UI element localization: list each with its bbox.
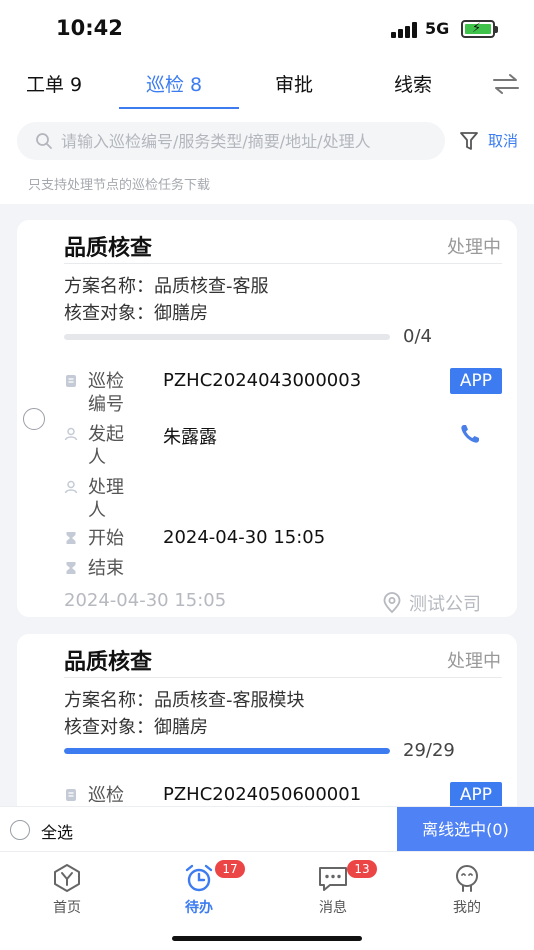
select-all-radio[interactable] (10, 820, 30, 840)
person-icon (64, 427, 78, 441)
network-label: 5G (425, 19, 450, 38)
download-notice: 只支持处理节点的巡检任务下载 (0, 170, 534, 204)
start-value: 2024-04-30 15:05 (163, 527, 326, 548)
filter-icon[interactable] (459, 130, 479, 152)
app-badge: APP (450, 782, 502, 808)
home-indicator (172, 936, 362, 941)
document-icon (66, 789, 76, 801)
start-label: 开始 (88, 528, 124, 549)
tabbar-home[interactable]: 首页 (17, 862, 117, 917)
bottom-tabbar: 首页 17 待办 13 消息 我的 (0, 851, 534, 950)
tab-inspection[interactable]: 巡检 8 (146, 70, 202, 97)
card-footer-date: 2024-04-30 15:05 (64, 590, 227, 611)
tabbar-todo[interactable]: 17 待办 (149, 860, 249, 917)
hourglass-icon (66, 532, 76, 544)
initiator-value: 朱露露 (163, 427, 217, 448)
tabbar-messages[interactable]: 13 消息 (283, 860, 383, 917)
messages-badge: 13 (347, 860, 377, 878)
inspection-no-value: PZHC2024043000003 (163, 370, 362, 391)
inspection-no-value: PZHC2024050600001 (163, 784, 362, 805)
progress-fill (64, 748, 390, 754)
phone-icon[interactable] (458, 422, 482, 446)
app-badge: APP (450, 368, 502, 394)
card-divider (64, 263, 502, 264)
scheme-name: 方案名称：品质核查-客服 (64, 276, 269, 297)
card-title: 品质核查 (64, 650, 153, 675)
top-tabs: 工单 9 巡检 8 审批 线索 (0, 58, 534, 112)
inspection-no-label: 巡检编号 (88, 371, 124, 415)
tabbar-label: 待办 (185, 900, 213, 916)
home-y-icon (54, 864, 80, 892)
battery-icon: ⚡ (461, 20, 498, 38)
search-box (17, 122, 445, 160)
card-divider (64, 677, 502, 678)
tab-clues[interactable]: 线索 (394, 70, 432, 97)
inspection-card[interactable]: 品质核查 处理中 方案名称：品质核查-客服模块 核查对象：御膳房 29/29 巡… (17, 634, 517, 834)
inspection-no-label: 巡检 (88, 785, 124, 806)
tabbar-label: 首页 (53, 900, 81, 916)
profile-icon (456, 865, 478, 892)
card-status: 处理中 (447, 237, 501, 258)
person-icon (64, 480, 78, 494)
initiator-label: 发起人 (88, 424, 124, 468)
check-target: 核查对象：御膳房 (64, 717, 208, 738)
tab-work-order[interactable]: 工单 9 (26, 70, 82, 97)
notice-text: 只支持处理节点的巡检任务下载 (28, 178, 211, 193)
handler-label: 处理人 (88, 477, 124, 521)
status-bar: 10:42 5G ⚡ (0, 0, 534, 58)
end-label: 结束 (88, 558, 124, 579)
progress-track (64, 748, 390, 754)
status-time: 10:42 (56, 16, 123, 40)
tabbar-label: 消息 (319, 900, 347, 916)
swap-icon[interactable] (492, 72, 520, 96)
signal-icon (391, 22, 418, 38)
document-icon (66, 375, 76, 387)
bottom-select-bar: 全选 离线选中(0) (0, 806, 534, 852)
card-company: 测试公司 (409, 594, 481, 615)
progress-text: 0/4 (403, 326, 432, 347)
cancel-button[interactable]: 取消 (488, 130, 518, 151)
inspection-card[interactable]: 品质核查 处理中 方案名称：品质核查-客服 核查对象：御膳房 0/4 巡检编号 … (17, 220, 517, 617)
search-icon (36, 133, 52, 149)
tabbar-label: 我的 (453, 900, 481, 916)
card-select-radio[interactable] (23, 408, 45, 430)
todo-badge: 17 (215, 860, 245, 878)
progress-text: 29/29 (403, 740, 455, 761)
search-input[interactable] (61, 122, 439, 160)
select-all-label[interactable]: 全选 (41, 819, 73, 843)
search-bar: 取消 (0, 112, 534, 170)
check-target: 核查对象：御膳房 (64, 303, 208, 324)
message-icon (319, 867, 347, 891)
card-title: 品质核查 (64, 236, 153, 261)
offline-download-button[interactable]: 离线选中(0) (397, 807, 534, 852)
scheme-name: 方案名称：品质核查-客服模块 (64, 690, 305, 711)
hourglass-icon (66, 562, 76, 574)
location-icon (383, 592, 401, 614)
active-tab-underline (119, 107, 239, 109)
tabbar-profile[interactable]: 我的 (417, 862, 517, 917)
progress-track (64, 334, 390, 340)
alarm-clock-icon (185, 864, 213, 892)
tab-approval[interactable]: 审批 (275, 70, 313, 97)
card-status: 处理中 (447, 651, 501, 672)
